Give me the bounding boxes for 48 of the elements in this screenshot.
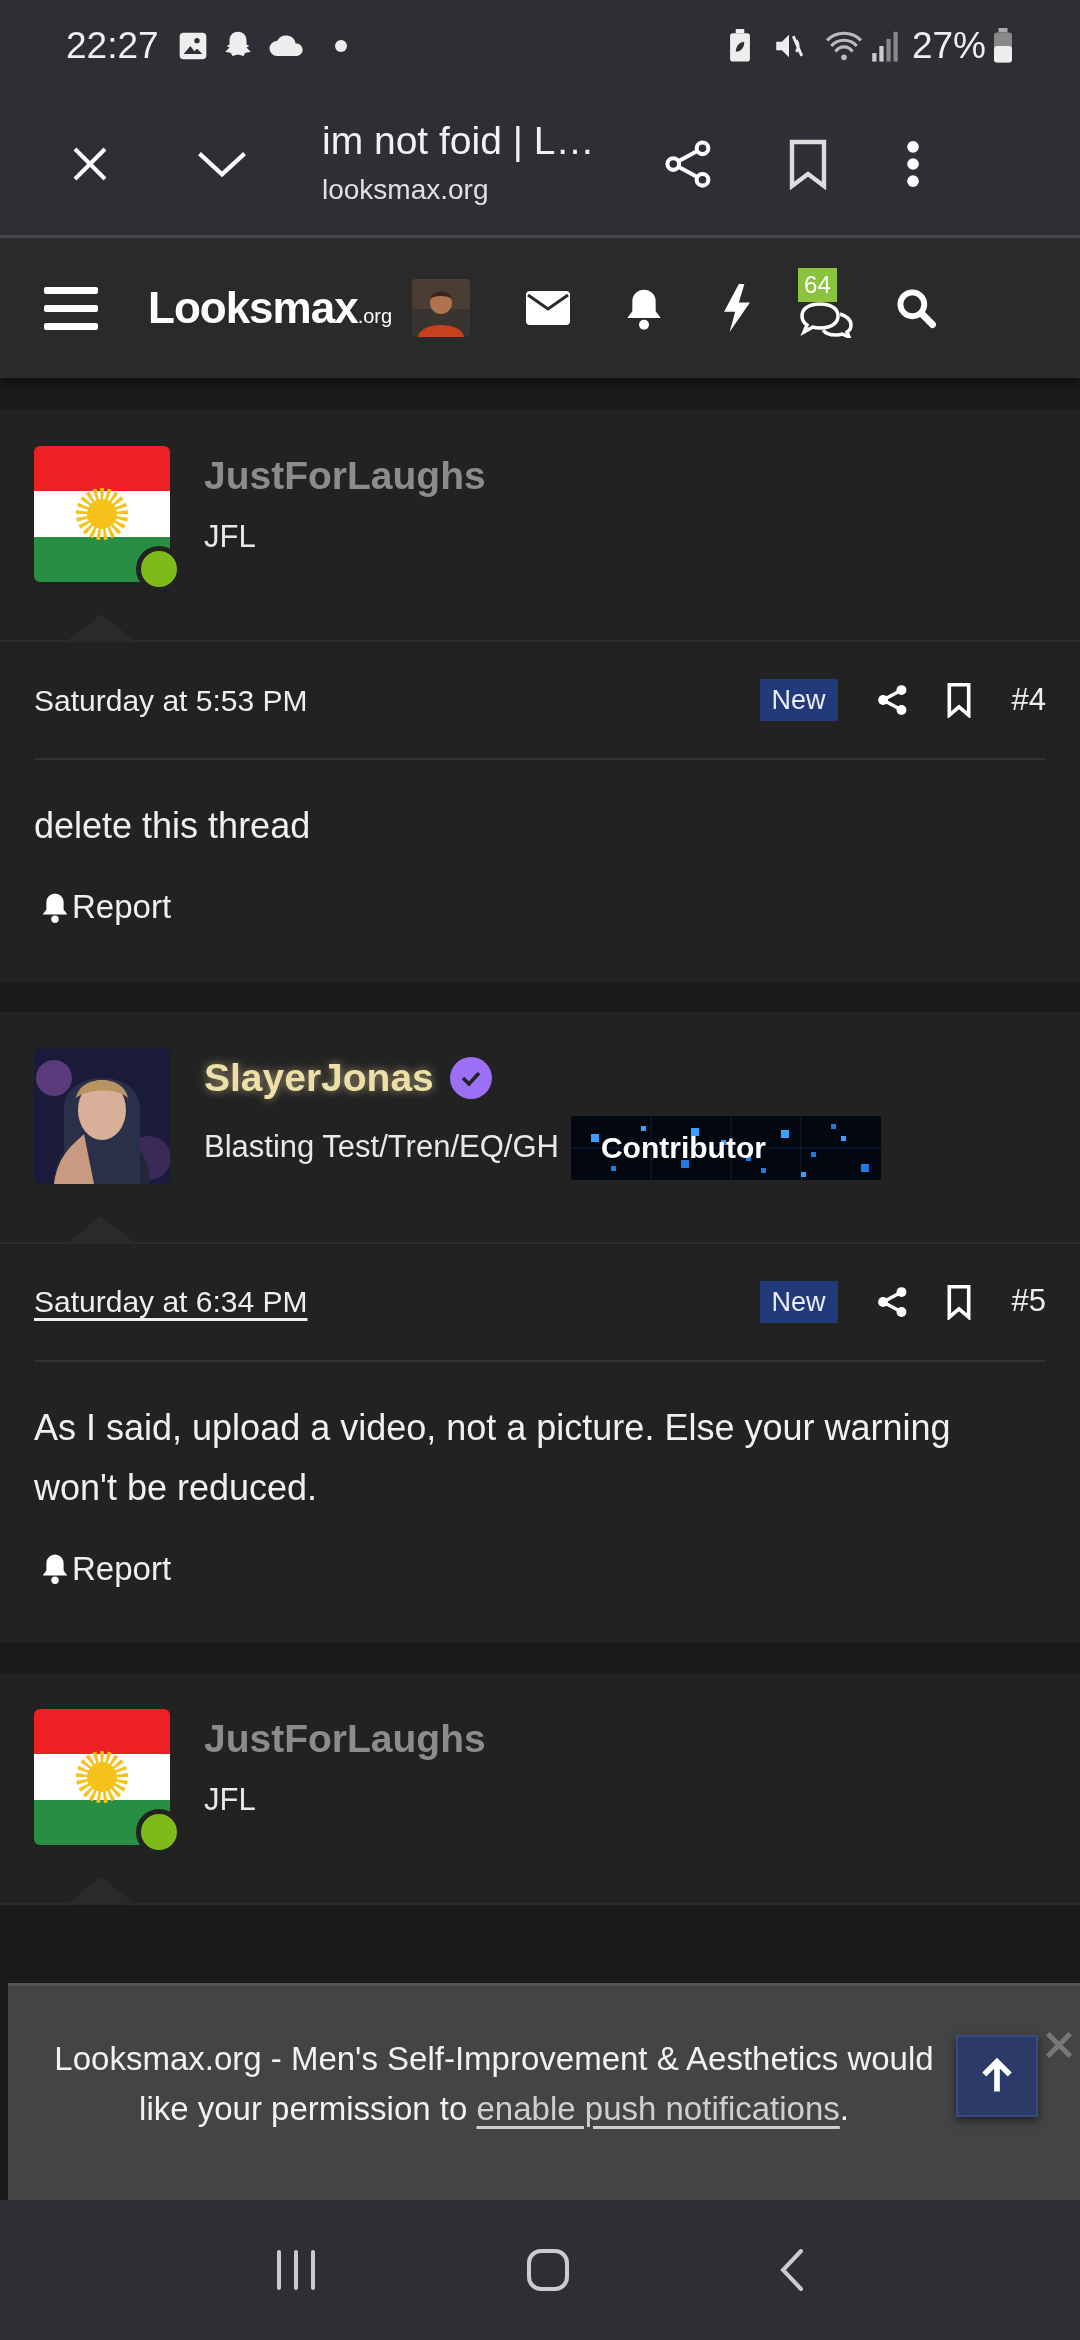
bell-icon bbox=[40, 1552, 70, 1585]
flag-icon bbox=[34, 1709, 170, 1845]
scroll-top-button[interactable] bbox=[956, 2035, 1038, 2117]
dot-icon bbox=[334, 40, 347, 52]
user-title: JFL bbox=[204, 1781, 256, 1819]
more-icon[interactable] bbox=[906, 139, 920, 188]
bookmark-icon[interactable] bbox=[788, 137, 828, 190]
page-url: looksmax.org bbox=[322, 172, 490, 207]
post-message: As I said, upload a video, not a picture. Else your warning won't be reduced. bbox=[34, 1405, 952, 1510]
flag-icon bbox=[34, 446, 170, 582]
user-title: JFL bbox=[204, 518, 256, 556]
recent-apps-icon[interactable] bbox=[274, 2250, 317, 2290]
status-time: 22:27 bbox=[66, 24, 159, 69]
enable-notifications-link[interactable]: enable push notifications bbox=[476, 2090, 840, 2127]
user-title: Blasting Test/Tren/EQ/GH bbox=[204, 1128, 559, 1167]
envelope-icon[interactable] bbox=[526, 291, 571, 325]
arrow-up-icon bbox=[980, 2057, 1014, 2095]
verified-icon bbox=[449, 1056, 492, 1099]
battery-saver-icon bbox=[727, 29, 752, 63]
post-date[interactable]: Saturday at 6:34 PM bbox=[34, 1279, 308, 1324]
new-badge: New bbox=[759, 679, 838, 721]
post-message: delete this thread bbox=[34, 804, 312, 848]
battery-icon bbox=[992, 28, 1014, 64]
site-logo[interactable]: Looksmax.org bbox=[148, 275, 393, 341]
menu-icon[interactable] bbox=[44, 285, 98, 331]
username[interactable]: JustForLaughs bbox=[204, 1715, 486, 1763]
new-badge: New bbox=[759, 1280, 838, 1323]
report-link[interactable]: Report bbox=[40, 1543, 172, 1593]
username[interactable]: SlayerJonas bbox=[204, 1053, 434, 1102]
page-title: im not foid | L… bbox=[322, 117, 596, 164]
signal-icon bbox=[869, 29, 900, 63]
username[interactable]: JustForLaughs bbox=[204, 452, 486, 500]
back-icon[interactable] bbox=[779, 2248, 806, 2292]
battery-level: 27% bbox=[911, 24, 986, 69]
report-link[interactable]: Report bbox=[40, 882, 172, 932]
lightning-icon[interactable] bbox=[722, 284, 753, 332]
post-number[interactable]: #5 bbox=[1011, 1278, 1046, 1325]
notification-text: Looksmax.org - Men's Self-Improvement & Aesthetics would like your permission to enable push notifications. bbox=[53, 2039, 935, 2129]
bookmark-icon[interactable] bbox=[945, 1283, 972, 1320]
search-icon[interactable] bbox=[894, 286, 939, 330]
rank-label: Contributor bbox=[600, 1130, 766, 1166]
post-number[interactable]: #4 bbox=[1011, 676, 1046, 724]
bookmark-icon[interactable] bbox=[945, 682, 972, 718]
chat-icon[interactable] bbox=[798, 302, 855, 338]
home-icon[interactable] bbox=[526, 2248, 570, 2292]
notification-badge: 64 bbox=[798, 268, 837, 302]
wifi-icon bbox=[823, 29, 864, 63]
post-date[interactable]: Saturday at 5:53 PM bbox=[34, 677, 308, 723]
